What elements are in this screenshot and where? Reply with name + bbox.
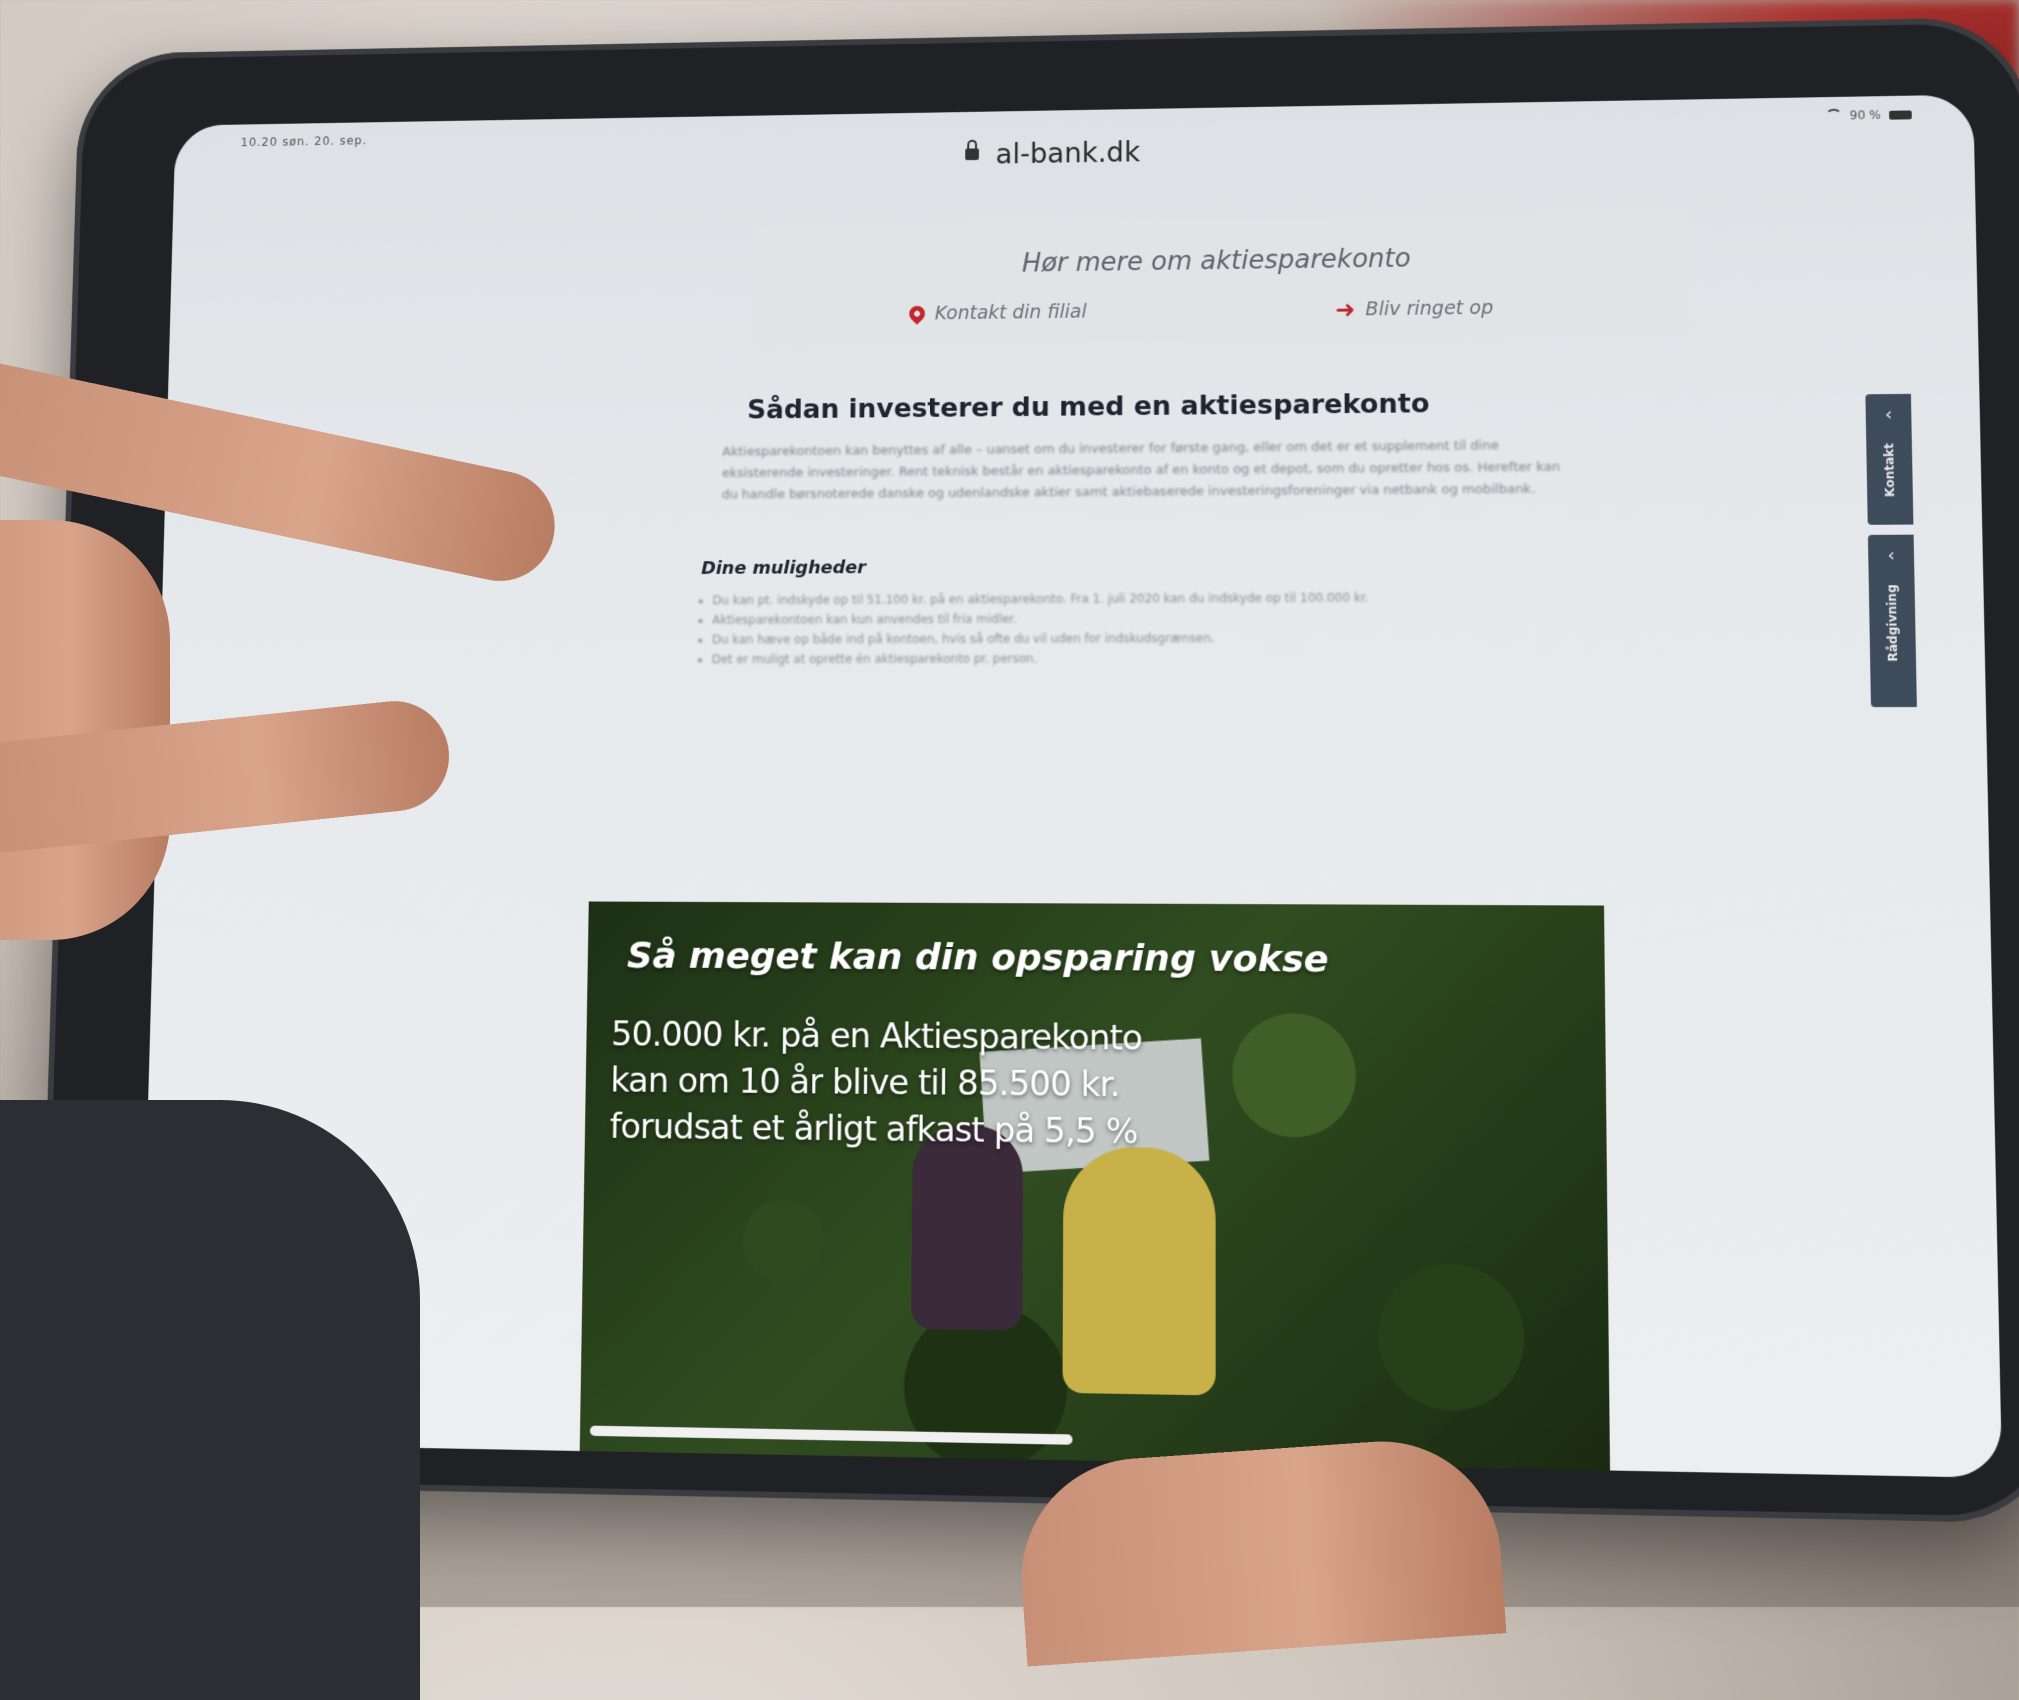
contact-panel: Hør mere om aktiesparekonto Kontakt din … bbox=[752, 212, 1690, 347]
url-text[interactable]: al-bank.dk bbox=[996, 136, 1141, 170]
status-time: 10.20 søn. 20. sep. bbox=[240, 133, 368, 150]
location-pin-icon bbox=[905, 302, 929, 325]
status-right: 90 % bbox=[1824, 107, 1912, 123]
chevron-left-icon: ‹ bbox=[1884, 404, 1893, 426]
sleeve bbox=[0, 1100, 420, 1700]
banner-title: Så meget kan din opsparing vokse bbox=[626, 935, 1329, 981]
wifi-icon bbox=[1824, 108, 1842, 123]
side-tabs: ‹ Kontakt ‹ Rådgivning bbox=[1865, 393, 1923, 717]
savings-banner: Så meget kan din opsparing vokse 50.000 … bbox=[579, 901, 1611, 1478]
side-tab-label: Rådgivning bbox=[1884, 584, 1901, 662]
article-section: Sådan investerer du med en aktiesparekon… bbox=[699, 386, 1686, 768]
contact-branch-label: Kontakt din filial bbox=[934, 300, 1087, 325]
list-item: Du kan hæve op både ind på kontoen, hvis… bbox=[712, 627, 1593, 650]
contact-title: Hør mere om aktiesparekonto bbox=[1022, 243, 1411, 279]
banner-photo-person bbox=[911, 1124, 1024, 1331]
call-me-link[interactable]: ➜ Bliv ringet op bbox=[1335, 295, 1494, 324]
article-title: Sådan investerer du med en aktiesparekon… bbox=[746, 388, 1430, 426]
article-paragraph: Aktiesparekontoen kan benyttes af alle –… bbox=[721, 438, 1561, 503]
side-tab-raadgivning[interactable]: ‹ Rådgivning bbox=[1867, 534, 1917, 708]
lock-icon bbox=[965, 148, 980, 161]
contact-branch-link[interactable]: Kontakt din filial bbox=[905, 300, 1087, 325]
call-me-label: Bliv ringet op bbox=[1365, 297, 1494, 321]
battery-percent: 90 % bbox=[1849, 107, 1882, 123]
banner-text: 50.000 kr. på en Aktiesparekonto kan om … bbox=[609, 1014, 1142, 1153]
phone-callback-icon: ➜ bbox=[1335, 295, 1356, 324]
side-tab-kontakt[interactable]: ‹ Kontakt bbox=[1865, 393, 1914, 525]
options-list: Du kan pt. indskyde op til 51.100 kr. på… bbox=[690, 587, 1593, 670]
chevron-left-icon: ‹ bbox=[1887, 544, 1896, 567]
banner-photo-person bbox=[1062, 1146, 1216, 1396]
list-item: Det er muligt at oprette én aktiespareko… bbox=[712, 647, 1594, 669]
side-tab-label: Kontakt bbox=[1881, 443, 1898, 497]
battery-icon bbox=[1889, 109, 1912, 120]
article-subheading: Dine muligheder bbox=[701, 557, 867, 579]
